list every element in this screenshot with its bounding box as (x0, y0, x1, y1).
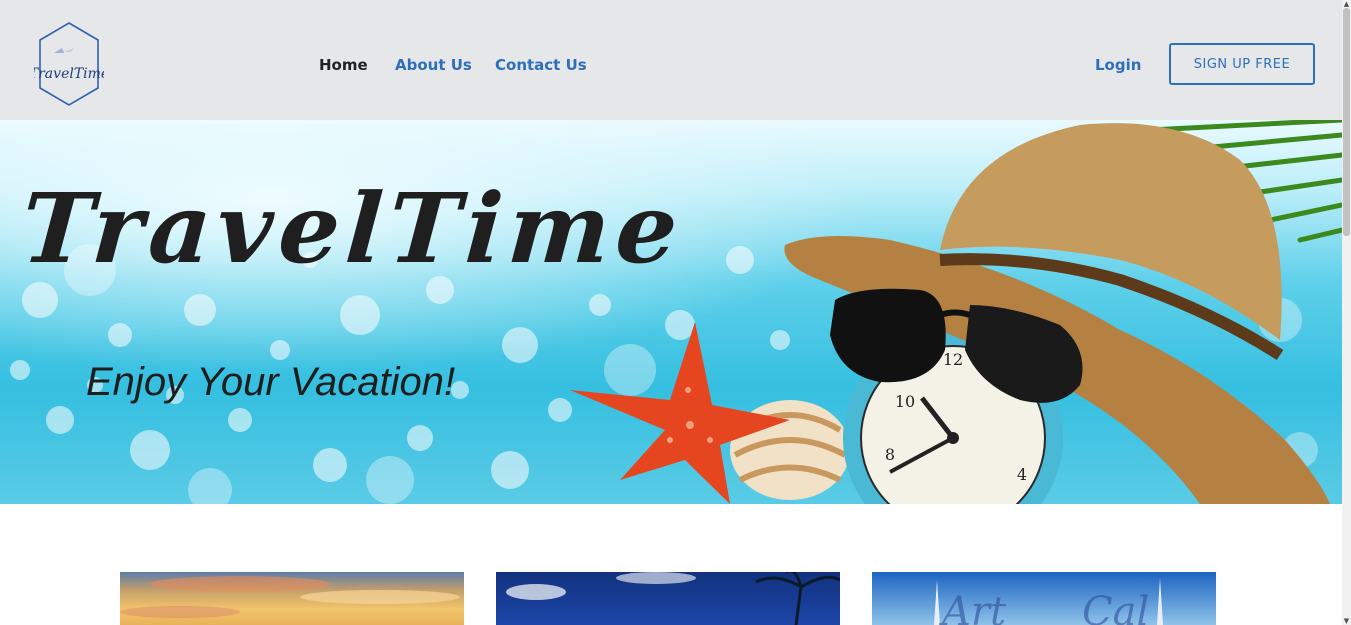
site-header: TravelTime Home About Us Contact Us Logi… (0, 0, 1342, 120)
hero-subtitle: Enjoy Your Vacation! (86, 360, 456, 404)
destination-card-3[interactable]: Art Cal (872, 572, 1216, 625)
login-link[interactable]: Login (1095, 56, 1141, 74)
sunset-sky-image (120, 576, 460, 618)
logo-text: TravelTime (34, 66, 104, 82)
destination-card-2[interactable] (496, 572, 840, 625)
destination-card-1[interactable] (120, 572, 464, 625)
brand-logo[interactable]: TravelTime (29, 20, 109, 108)
svg-text:8: 8 (885, 445, 895, 464)
hero-banner: TravelTime Enjoy Your Vacation! 12 4 10 … (0, 120, 1342, 504)
page-scrollbar[interactable]: ▲ ▼ (1342, 0, 1351, 625)
nav-contact-us[interactable]: Contact Us (495, 56, 587, 74)
beach-still-life-image: 12 4 10 8 (570, 120, 1342, 504)
scroll-up-arrow-icon[interactable]: ▲ (1342, 0, 1351, 8)
svg-text:10: 10 (895, 392, 915, 411)
nav-about-us[interactable]: About Us (395, 56, 472, 74)
logo-hexagon-icon: TravelTime (29, 22, 109, 106)
nav-home[interactable]: Home (319, 56, 368, 74)
sign-up-button[interactable]: SIGN UP FREE (1169, 43, 1315, 85)
scroll-down-arrow-icon[interactable]: ▼ (1342, 617, 1351, 625)
svg-text:Art: Art (938, 589, 1007, 625)
mosque-minaret-image: Art Cal (934, 578, 1163, 625)
tropical-palm-image (506, 572, 840, 625)
svg-text:4: 4 (1017, 465, 1027, 484)
svg-text:Cal: Cal (1082, 589, 1149, 625)
svg-text:12: 12 (943, 350, 963, 369)
scroll-thumb[interactable] (1343, 8, 1350, 236)
